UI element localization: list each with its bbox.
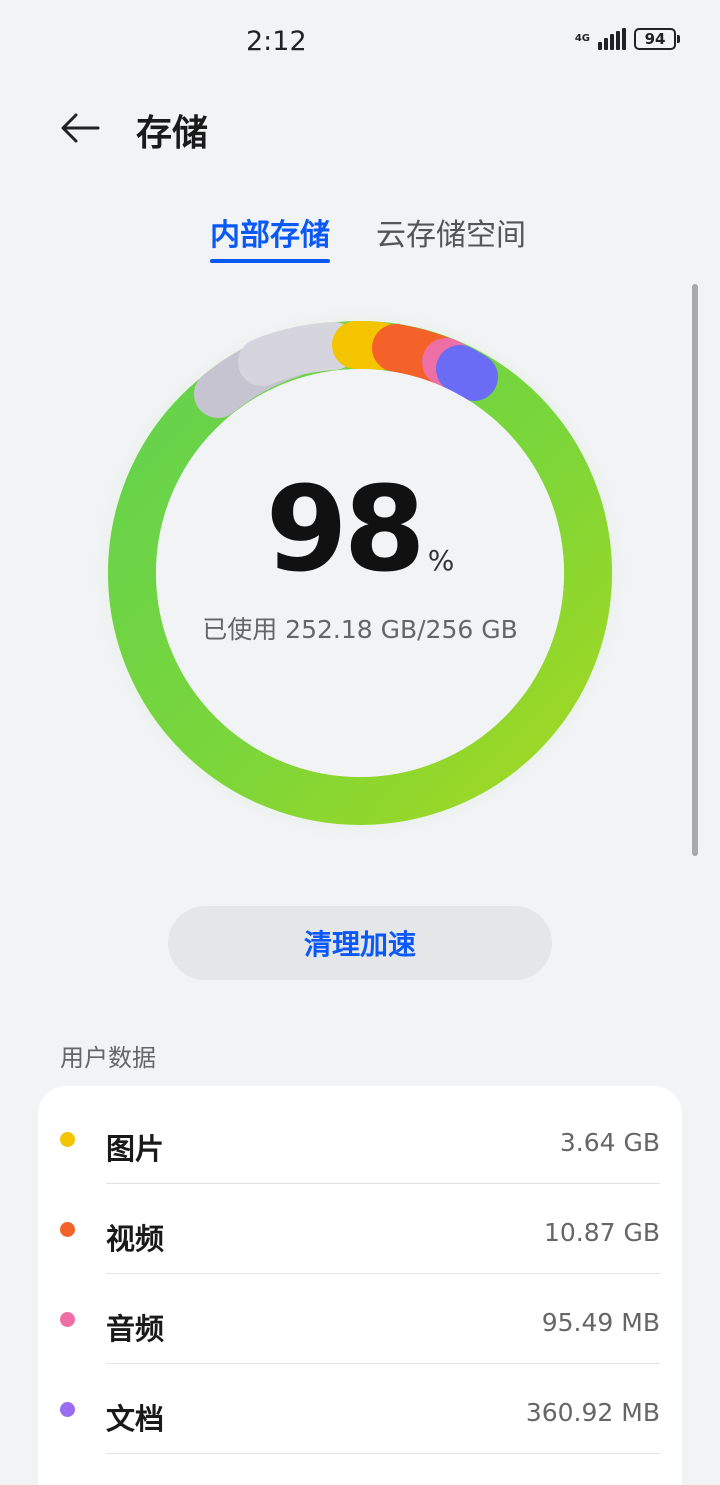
clean-speedup-button[interactable]: 清理加速 xyxy=(168,906,552,980)
battery-icon: 94 xyxy=(634,28,680,50)
active-tab-indicator xyxy=(210,259,330,263)
item-size: 95.49 MB xyxy=(541,1308,660,1337)
storage-tabs: 内部存储 云存储空间 xyxy=(0,210,720,270)
status-indicators: 4G 94 xyxy=(575,28,680,50)
section-label-user-data: 用户数据 xyxy=(60,1044,156,1072)
list-item-audio[interactable]: 音频 95.49 MB xyxy=(38,1274,682,1364)
status-bar: 2:12 4G 94 xyxy=(0,0,720,84)
item-name: 音频 xyxy=(106,1312,165,1346)
documents-color-dot xyxy=(60,1402,75,1417)
item-size: 360.92 MB xyxy=(525,1398,660,1427)
videos-color-dot xyxy=(60,1222,75,1237)
list-item-documents[interactable]: 文档 360.92 MB xyxy=(38,1364,682,1454)
storage-screen: 2:12 4G 94 存储 内部存储 云存储空间 98 % 已使用 252.18… xyxy=(0,0,720,1485)
app-header: 存储 xyxy=(0,96,720,160)
item-name: 图片 xyxy=(106,1132,165,1166)
page-title: 存储 xyxy=(136,113,209,154)
network-type-label: 4G xyxy=(574,33,590,44)
list-item-images[interactable]: 图片 3.64 GB xyxy=(38,1094,682,1184)
item-name: 视频 xyxy=(106,1222,165,1256)
arrow-left-icon xyxy=(61,113,100,143)
divider xyxy=(106,1453,660,1454)
usage-percent-value: 98 xyxy=(265,460,426,598)
tab-internal-storage[interactable]: 内部存储 xyxy=(210,210,330,254)
back-button[interactable] xyxy=(52,100,108,156)
item-size: 3.64 GB xyxy=(559,1128,660,1157)
used-capacity-text: 已使用 252.18 GB/256 GB xyxy=(202,615,518,644)
usage-percent: 98% xyxy=(0,470,720,588)
battery-level: 94 xyxy=(634,28,676,50)
user-data-card: 图片 3.64 GB 视频 10.87 GB 音频 95.49 MB 文档 36… xyxy=(38,1086,682,1485)
storage-usage-ring: 98% 已使用 252.18 GB/256 GB xyxy=(0,290,720,850)
item-size: 10.87 GB xyxy=(543,1218,660,1247)
tab-cloud-storage[interactable]: 云存储空间 xyxy=(376,210,526,254)
item-name: 文档 xyxy=(106,1402,165,1436)
signal-icon xyxy=(598,28,626,50)
status-time: 2:12 xyxy=(246,26,307,57)
images-color-dot xyxy=(60,1132,75,1147)
usage-percent-unit: % xyxy=(427,544,455,577)
list-item-videos[interactable]: 视频 10.87 GB xyxy=(38,1184,682,1274)
audio-color-dot xyxy=(60,1312,75,1327)
